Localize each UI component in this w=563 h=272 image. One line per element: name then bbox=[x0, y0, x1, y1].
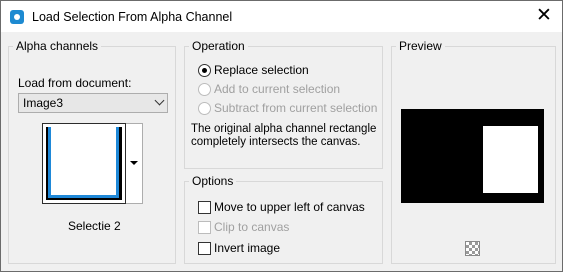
document-select[interactable]: Image3 bbox=[18, 93, 168, 113]
dropdown-arrow-icon bbox=[130, 161, 138, 165]
move-to-upper-left-label[interactable]: Move to upper left of canvas bbox=[214, 200, 365, 214]
channel-dropdown-button[interactable] bbox=[126, 123, 143, 204]
load-from-document-label: Load from document: bbox=[18, 76, 132, 90]
preview-title: Preview bbox=[396, 39, 445, 53]
clip-to-canvas-checkbox[interactable] bbox=[198, 221, 211, 234]
load-selection-icon bbox=[10, 10, 24, 24]
document-select-value: Image3 bbox=[23, 96, 64, 110]
transparency-checker-icon[interactable] bbox=[465, 241, 480, 256]
clip-to-canvas-label[interactable]: Clip to canvas bbox=[214, 220, 289, 234]
options-title: Options bbox=[189, 174, 237, 188]
title-bar: Load Selection From Alpha Channel ✕ bbox=[1, 1, 562, 32]
replace-selection-radio[interactable] bbox=[198, 64, 211, 77]
thumbnail-image bbox=[46, 127, 122, 200]
thumbnail-selection bbox=[48, 127, 119, 198]
close-button[interactable]: ✕ bbox=[532, 5, 556, 27]
load-selection-dialog: Load Selection From Alpha Channel ✕ Alph… bbox=[0, 0, 563, 272]
subtract-from-selection-label[interactable]: Subtract from current selection bbox=[214, 101, 377, 115]
preview-selection bbox=[483, 126, 538, 193]
subtract-from-selection-radio[interactable] bbox=[198, 102, 211, 115]
operation-title: Operation bbox=[189, 39, 248, 53]
add-to-selection-radio[interactable] bbox=[198, 83, 211, 96]
replace-selection-label[interactable]: Replace selection bbox=[214, 63, 309, 77]
radio-dot bbox=[202, 68, 207, 73]
window-title: Load Selection From Alpha Channel bbox=[32, 10, 233, 24]
add-to-selection-label[interactable]: Add to current selection bbox=[214, 82, 340, 96]
alpha-channel-thumbnail[interactable] bbox=[42, 123, 126, 204]
channel-name-label: Selectie 2 bbox=[68, 219, 121, 233]
preview-canvas bbox=[401, 109, 544, 203]
alpha-channels-title: Alpha channels bbox=[13, 39, 102, 53]
invert-image-label[interactable]: Invert image bbox=[214, 241, 280, 255]
chevron-down-icon bbox=[154, 95, 165, 106]
move-to-upper-left-checkbox[interactable] bbox=[198, 201, 211, 214]
operation-info-text: The original alpha channel rectangle com… bbox=[191, 123, 377, 148]
invert-image-checkbox[interactable] bbox=[198, 242, 211, 255]
